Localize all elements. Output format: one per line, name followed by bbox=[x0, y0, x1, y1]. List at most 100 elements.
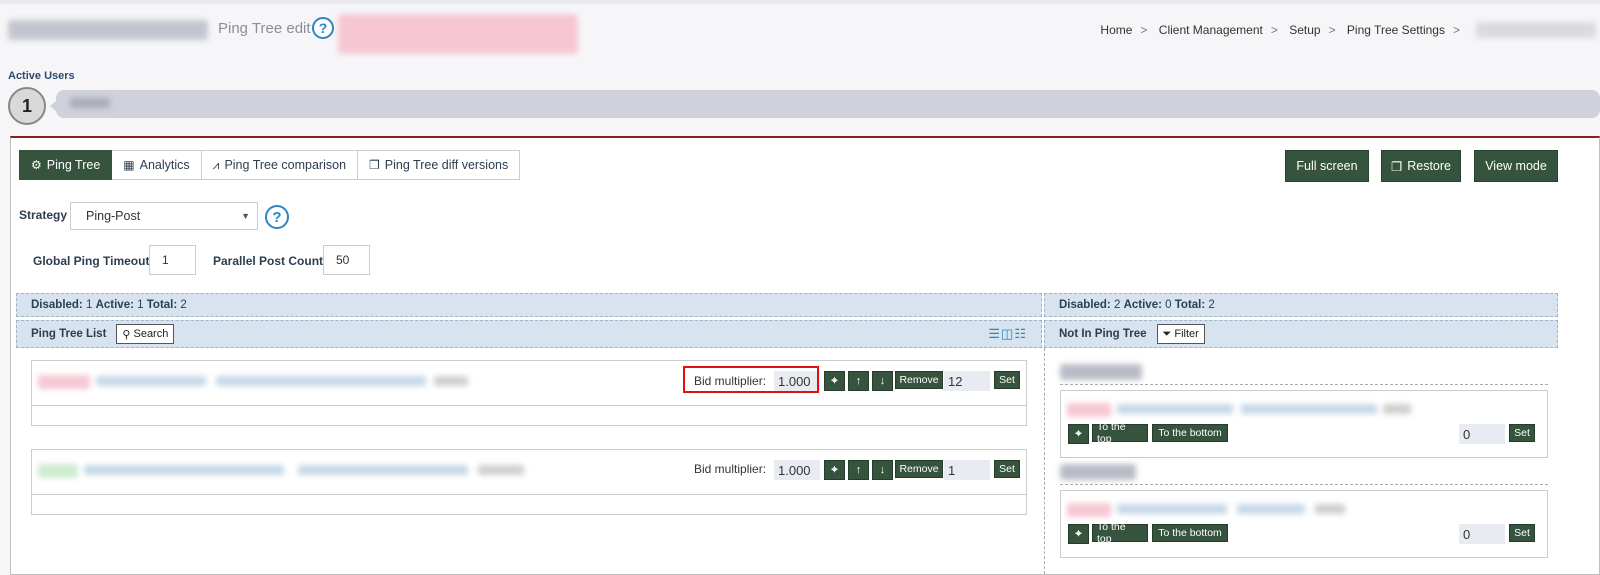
global-ping-timeout-input[interactable]: 1 bbox=[149, 245, 196, 275]
parallel-post-count-input[interactable]: 50 bbox=[323, 245, 370, 275]
breadcrumb-separator: > bbox=[1328, 23, 1336, 37]
not-in-tree-item: ⌖ To the top To the bottom 0 Set bbox=[1060, 490, 1548, 558]
position-input[interactable]: 1 bbox=[944, 460, 990, 480]
item-name-redacted bbox=[96, 376, 206, 386]
item-price-redacted bbox=[1383, 404, 1411, 414]
search-icon: ⚲ bbox=[122, 328, 131, 341]
item-status-redacted bbox=[38, 464, 78, 478]
active-user-name-redacted bbox=[70, 98, 110, 108]
help-icon[interactable]: ? bbox=[265, 205, 289, 229]
view-mode-button[interactable]: View mode bbox=[1474, 150, 1558, 182]
active-users-count: 1 bbox=[8, 87, 46, 125]
parallel-post-count-label: Parallel Post Count bbox=[213, 254, 324, 268]
group-title-redacted bbox=[1060, 364, 1142, 380]
breadcrumb-ping-tree-settings[interactable]: Ping Tree Settings bbox=[1347, 23, 1445, 37]
caret-down-icon: ▼ bbox=[241, 211, 250, 221]
breadcrumb-separator: > bbox=[1452, 23, 1460, 37]
search-button[interactable]: ⚲ Search bbox=[116, 324, 175, 344]
ping-tree-item: Bid multiplier: 1.000 ⌖ ↑ ↓ Remove 12 Se… bbox=[31, 360, 1027, 426]
chart-line-icon: ⩘ bbox=[212, 157, 220, 172]
tab-ping-tree-diff-versions[interactable]: ❐ Ping Tree diff versions bbox=[358, 150, 521, 180]
right-panel-border bbox=[1044, 348, 1045, 574]
card-divider bbox=[32, 494, 1026, 495]
target-icon[interactable]: ⌖ bbox=[1068, 524, 1089, 544]
not-in-ping-tree-header: Not In Ping Tree ⏷ Filter bbox=[1044, 320, 1558, 348]
active-label: Active: bbox=[1123, 299, 1162, 311]
set-button[interactable]: Set bbox=[1509, 524, 1535, 542]
full-screen-button[interactable]: Full screen bbox=[1285, 150, 1369, 182]
copy-icon: ❐ bbox=[369, 158, 380, 172]
status-banner-redacted bbox=[338, 14, 578, 54]
to-the-top-button[interactable]: To the top bbox=[1092, 421, 1148, 445]
item-detail-redacted bbox=[1237, 504, 1305, 514]
total-label: Total: bbox=[146, 299, 178, 311]
group-separator bbox=[1060, 484, 1548, 485]
restore-label: Restore bbox=[1407, 159, 1451, 173]
active-count: 0 bbox=[1165, 299, 1172, 311]
item-status-redacted bbox=[38, 375, 90, 389]
target-icon[interactable]: ⌖ bbox=[1068, 424, 1089, 444]
remove-button[interactable]: Remove bbox=[895, 460, 943, 478]
set-button[interactable]: Set bbox=[1509, 424, 1535, 442]
filter-icon: ⏷ bbox=[1162, 327, 1172, 340]
ping-tree-item: Bid multiplier: 1.000 ⌖ ↑ ↓ Remove 1 Set bbox=[31, 449, 1027, 515]
active-user-bar bbox=[56, 90, 1600, 118]
left-stats-bar: Disabled: 1 Active: 1 Total: 2 bbox=[16, 293, 1042, 317]
breadcrumb-home[interactable]: Home bbox=[1100, 23, 1132, 37]
group-separator bbox=[1060, 384, 1548, 385]
global-ping-timeout-label: Global Ping Timeout bbox=[33, 254, 150, 268]
layout-view-icons[interactable]: ☰◫☷ bbox=[988, 326, 1027, 342]
to-the-bottom-button[interactable]: To the bottom bbox=[1152, 424, 1228, 442]
position-input[interactable]: 0 bbox=[1459, 424, 1505, 444]
disabled-count: 2 bbox=[1113, 299, 1121, 311]
tab-ping-tree[interactable]: ⚙ Ping Tree bbox=[19, 150, 113, 180]
bid-multiplier-input[interactable]: 1.000 bbox=[774, 460, 820, 480]
breadcrumb-separator: > bbox=[1270, 23, 1278, 37]
breadcrumb-setup[interactable]: Setup bbox=[1289, 23, 1320, 37]
to-the-bottom-button[interactable]: To the bottom bbox=[1152, 524, 1228, 542]
to-the-top-button[interactable]: To the top bbox=[1092, 521, 1148, 545]
set-button[interactable]: Set bbox=[994, 371, 1020, 389]
position-input[interactable]: 12 bbox=[944, 371, 990, 391]
page-subtitle: Ping Tree edit bbox=[218, 20, 311, 37]
not-in-tree-item: ⌖ To the top To the bottom 0 Set bbox=[1060, 390, 1548, 458]
item-status-redacted bbox=[1067, 403, 1111, 417]
breadcrumb-client-management[interactable]: Client Management bbox=[1159, 23, 1263, 37]
tab-analytics[interactable]: ▦ Analytics bbox=[112, 150, 202, 180]
top-strip bbox=[0, 0, 1600, 4]
tab-label: Ping Tree comparison bbox=[224, 158, 347, 172]
tab-label: Ping Tree bbox=[46, 158, 101, 172]
disabled-label: Disabled: bbox=[31, 299, 83, 311]
bid-multiplier-label: Bid multiplier: bbox=[694, 462, 767, 476]
breadcrumb-separator: > bbox=[1140, 23, 1148, 37]
item-price-redacted bbox=[478, 465, 524, 475]
filter-button[interactable]: ⏷ Filter bbox=[1156, 324, 1205, 344]
target-icon[interactable]: ⌖ bbox=[824, 371, 845, 391]
strategy-value: Ping-Post bbox=[86, 209, 141, 223]
filter-label: Filter bbox=[1174, 328, 1199, 340]
gears-icon: ⚙ bbox=[31, 158, 42, 172]
tab-ping-tree-comparison[interactable]: ⩘ Ping Tree comparison bbox=[201, 150, 359, 180]
arrow-up-icon[interactable]: ↑ bbox=[848, 460, 869, 480]
active-label: Active: bbox=[95, 299, 134, 311]
arrow-down-icon[interactable]: ↓ bbox=[872, 460, 893, 480]
strategy-label: Strategy bbox=[19, 208, 68, 222]
total-label: Total: bbox=[1174, 299, 1206, 311]
help-icon[interactable]: ? bbox=[312, 17, 334, 39]
target-icon[interactable]: ⌖ bbox=[824, 460, 845, 480]
strategy-select[interactable]: Ping-Post ▼ bbox=[70, 202, 258, 230]
ping-tree-panel: ⚙ Ping Tree ▦ Analytics ⩘ Ping Tree compari… bbox=[10, 136, 1600, 575]
item-price-redacted bbox=[1315, 504, 1345, 514]
restore-button[interactable]: ❐ Restore bbox=[1381, 150, 1461, 182]
tab-label: Ping Tree diff versions bbox=[384, 158, 509, 172]
remove-button[interactable]: Remove bbox=[895, 371, 943, 389]
arrow-up-icon[interactable]: ↑ bbox=[848, 371, 869, 391]
tab-bar: ⚙ Ping Tree ▦ Analytics ⩘ Ping Tree compari… bbox=[19, 150, 521, 180]
position-input[interactable]: 0 bbox=[1459, 524, 1505, 544]
ping-tree-list-title: Ping Tree List bbox=[31, 328, 107, 340]
set-button[interactable]: Set bbox=[994, 460, 1020, 478]
bid-multiplier-highlight bbox=[683, 366, 819, 393]
search-label: Search bbox=[133, 328, 169, 340]
tab-label: Analytics bbox=[139, 158, 190, 172]
arrow-down-icon[interactable]: ↓ bbox=[872, 371, 893, 391]
